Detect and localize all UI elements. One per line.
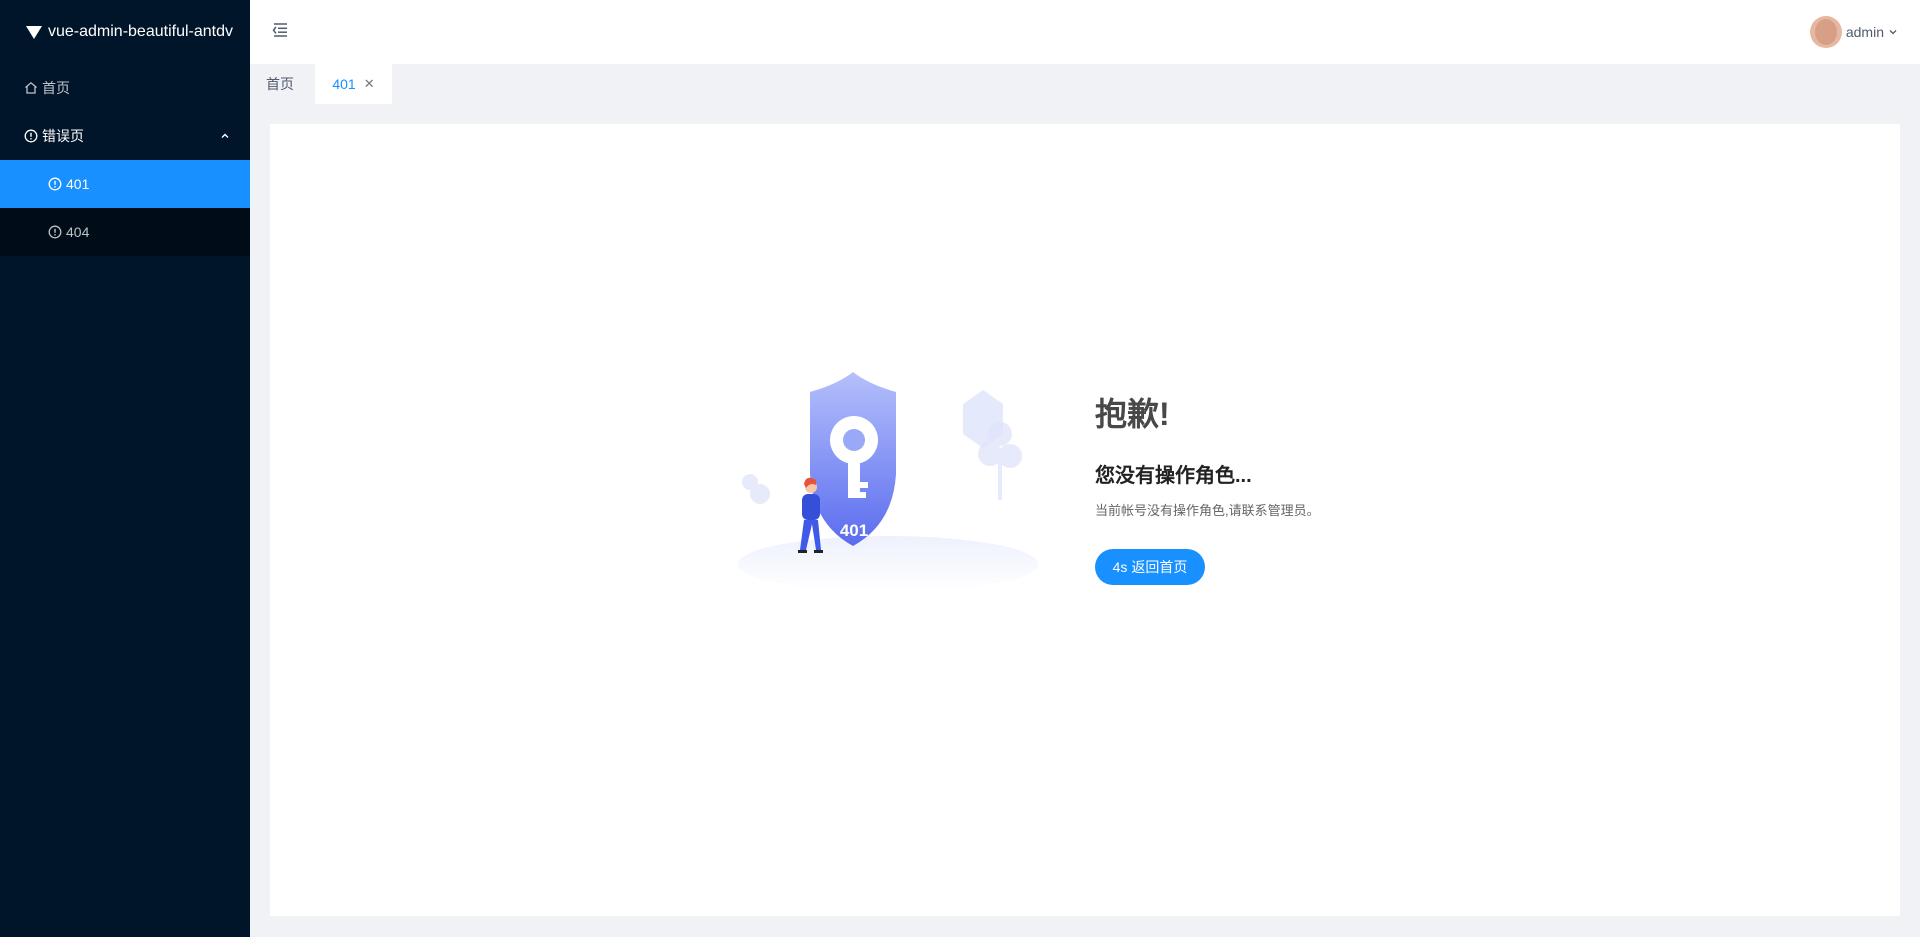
error-text-block: 抱歉! 您没有操作角色... 当前帐号没有操作角色,请联系管理员。 4s 返回首…: [1095, 389, 1320, 585]
sidebar-item-404[interactable]: 404: [0, 208, 250, 256]
logo-text: vue-admin-beautiful-antdv: [48, 23, 233, 40]
chevron-down-icon: [1889, 30, 1897, 35]
logo[interactable]: vue-admin-beautiful-antdv: [0, 0, 250, 64]
sidebar-item-label: 404: [66, 224, 90, 240]
sidebar-group-error[interactable]: 错误页: [0, 112, 250, 160]
error-headline: 您没有操作角色...: [1095, 465, 1252, 487]
error-illustration: 401: [738, 372, 1038, 592]
tabs-bar: 首页 401 ✕: [250, 64, 1920, 104]
sidebar-item-401[interactable]: 401: [0, 160, 250, 208]
avatar: [1809, 16, 1842, 48]
header: admin: [250, 0, 1920, 64]
menu-fold-icon[interactable]: [270, 20, 290, 40]
sidebar-item-label: 首页: [42, 80, 70, 96]
vue-logo-icon: [26, 25, 42, 39]
chevron-up-icon: [221, 133, 229, 138]
sidebar-item-home[interactable]: 首页: [0, 64, 250, 112]
error-info: 当前帐号没有操作角色,请联系管理员。: [1095, 503, 1320, 518]
exclamation-circle-icon: [48, 177, 62, 191]
tab-home[interactable]: 首页: [250, 64, 310, 104]
user-dropdown[interactable]: admin: [1809, 16, 1898, 48]
tab-401[interactable]: 401 ✕: [315, 64, 392, 104]
sidebar-item-label: 错误页: [42, 128, 84, 144]
exclamation-circle-icon: [24, 129, 38, 143]
oops-heading: 抱歉!: [1095, 396, 1170, 432]
tab-label: 首页: [266, 76, 294, 92]
tab-label: 401: [332, 76, 356, 92]
back-home-button[interactable]: 4s 返回首页: [1095, 549, 1205, 585]
button-label: 返回首页: [1131, 559, 1188, 575]
countdown: 4s: [1112, 559, 1128, 575]
user-name: admin: [1845, 24, 1884, 40]
sidebar: vue-admin-beautiful-antdv 首页 错误页 401 404: [0, 0, 250, 937]
exclamation-circle-icon: [48, 225, 62, 239]
sidebar-item-label: 401: [66, 176, 90, 192]
shield-label: 401: [840, 521, 868, 540]
main-content: 401 抱歉! 您没有操作角色... 当前帐号没有操作角色,请联系管理员。 4s…: [270, 124, 1900, 916]
home-icon: [25, 81, 37, 94]
close-icon[interactable]: ✕: [364, 76, 375, 92]
